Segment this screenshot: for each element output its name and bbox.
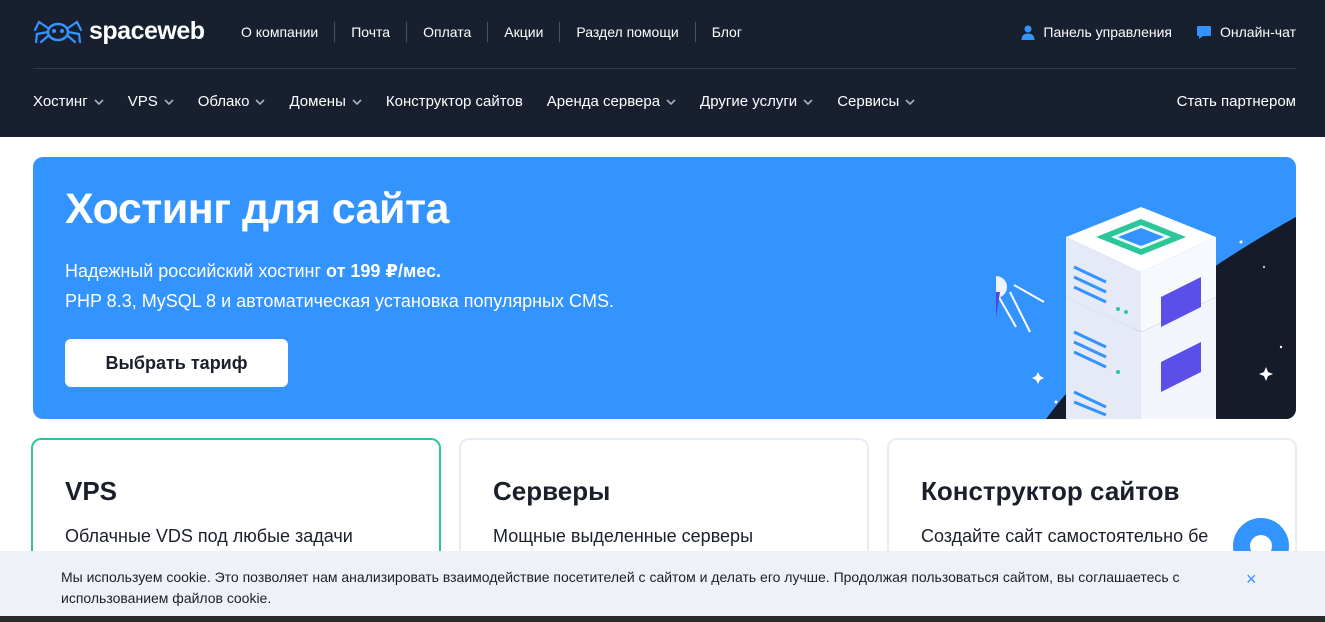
topnav-link-about[interactable]: О компании [225, 22, 336, 42]
window-bottom-edge [0, 616, 1325, 622]
server-stack-icon [1066, 207, 1216, 419]
cookie-banner: Мы используем cookie. Это позволяет нам … [0, 551, 1325, 616]
satellite-icon [996, 276, 1045, 333]
user-icon [1021, 25, 1035, 40]
online-chat-link[interactable]: Онлайн-чат [1196, 22, 1296, 42]
nav-site-builder-label: Конструктор сайтов [385, 93, 523, 110]
chevron-down-icon [666, 98, 676, 105]
nav-domains-label: Домены [289, 93, 346, 110]
server-illustration [996, 207, 1296, 419]
chevron-down-icon [94, 98, 104, 105]
nav-server-rent[interactable]: Аренда сервера [547, 91, 676, 113]
spider-logo-icon [33, 19, 83, 43]
topnav-link-mail[interactable]: Почта [335, 22, 408, 42]
nav-server-rent-label: Аренда сервера [546, 93, 661, 110]
hero-subtitle-line1: Надежный российский хостинг от 199 ₽/мес… [65, 256, 614, 286]
topnav-link-promos[interactable]: Акции [488, 22, 561, 42]
nav-vps-label: VPS [127, 93, 158, 110]
hero-subtitle: Надежный российский хостинг от 199 ₽/мес… [65, 256, 614, 316]
nav-other-services-label: Другие услуги [700, 93, 798, 110]
chevron-down-icon [255, 98, 266, 105]
chevron-down-icon [352, 98, 362, 105]
nav-cloud[interactable]: Облако [198, 91, 266, 113]
chat-icon [1197, 25, 1212, 39]
hero-subtitle-line2: PHP 8.3, MySQL 8 и автоматическая устано… [65, 291, 614, 311]
control-panel-label: Панель управления [1043, 24, 1173, 40]
hero-subtitle-prefix: Надежный российский хостинг [65, 261, 327, 281]
choose-plan-button[interactable]: Выбрать тариф [65, 339, 288, 387]
online-chat-label: Онлайн-чат [1220, 24, 1296, 40]
site-header: spaceweb О компании Почта Оплата Акции Р… [0, 0, 1325, 137]
card-title: Серверы [493, 476, 611, 506]
nav-cloud-label: Облако [197, 93, 250, 110]
hero-title: Хостинг для сайта [65, 185, 449, 233]
hero-banner: Хостинг для сайта Надежный российский хо… [33, 157, 1296, 419]
card-description: Создайте сайт самостоятельно бе [921, 526, 1209, 546]
top-right-actions: Панель управления Онлайн-чат [1021, 22, 1296, 42]
main-nav: Хостинг VPS Облако Домены Конструктор са… [33, 91, 915, 113]
card-description: Облачные VDS под любые задачи [65, 526, 353, 546]
card-description: Мощные выделенные серверы [493, 526, 754, 546]
top-nav: О компании Почта Оплата Акции Раздел пом… [225, 22, 758, 42]
chevron-down-icon [905, 98, 915, 105]
nav-hosting-label: Хостинг [33, 93, 88, 110]
chevron-down-icon [164, 98, 174, 105]
topnav-link-help[interactable]: Раздел помощи [560, 22, 696, 42]
control-panel-link[interactable]: Панель управления [1021, 22, 1172, 42]
nav-services[interactable]: Сервисы [837, 91, 915, 113]
logo-text: spaceweb [89, 17, 205, 45]
hero-price: от 199 ₽/мес. [326, 261, 442, 281]
close-icon[interactable]: × [1246, 569, 1257, 589]
header-divider [33, 68, 1296, 69]
cookie-text: Мы используем cookie. Это позволяет нам … [61, 569, 1180, 606]
nav-site-builder[interactable]: Конструктор сайтов [386, 91, 523, 113]
card-title: VPS [65, 476, 118, 506]
nav-services-label: Сервисы [837, 93, 900, 110]
chevron-down-icon [803, 98, 813, 105]
topnav-link-payment[interactable]: Оплата [407, 22, 489, 42]
nav-domains[interactable]: Домены [289, 91, 362, 113]
topnav-link-blog[interactable]: Блог [696, 22, 758, 42]
nav-vps[interactable]: VPS [128, 91, 174, 113]
become-partner-link[interactable]: Стать партнером [1177, 91, 1296, 113]
nav-other-services[interactable]: Другие услуги [700, 91, 813, 113]
nav-hosting[interactable]: Хостинг [33, 91, 104, 113]
logo[interactable]: spaceweb [33, 17, 205, 46]
card-title: Конструктор сайтов [921, 476, 1180, 506]
